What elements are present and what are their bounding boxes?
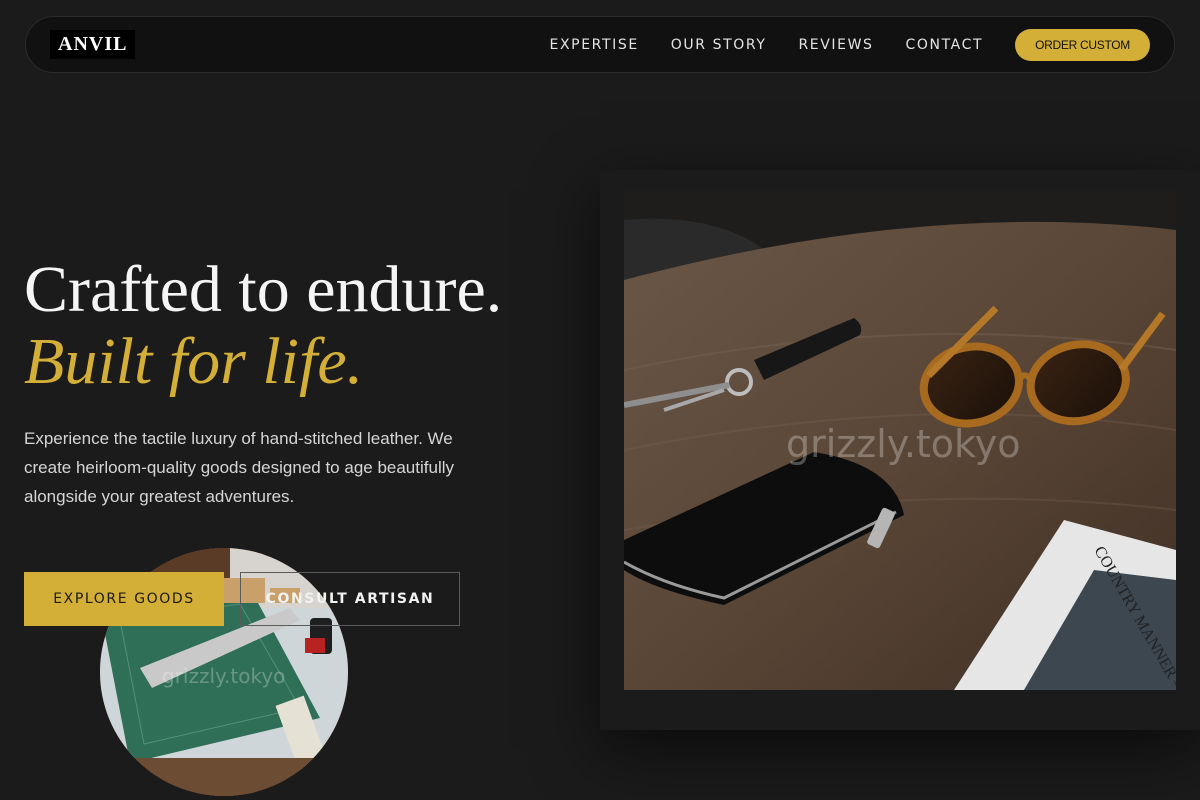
hero-headline: Crafted to endure. bbox=[24, 253, 503, 326]
main-photo-watermark: grizzly.tokyo bbox=[786, 422, 1021, 466]
hero-lead-text: Experience the tactile luxury of hand-st… bbox=[24, 429, 454, 506]
hero-headline-accent: Built for life. bbox=[24, 325, 364, 398]
nav-link-expertise[interactable]: EXPERTISE bbox=[550, 37, 639, 53]
hero-product-photo: COUNTRY MANNER — Tokyo grizzly.tokyo bbox=[624, 190, 1176, 690]
circle-watermark: grizzly.tokyo bbox=[162, 664, 286, 688]
nav-link-contact[interactable]: CONTACT bbox=[906, 37, 984, 53]
top-navbar: ANVIL EXPERTISE OUR STORY REVIEWS CONTAC… bbox=[25, 16, 1175, 73]
order-custom-button[interactable]: ORDER CUSTOM bbox=[1015, 28, 1150, 61]
nav-link-reviews[interactable]: REVIEWS bbox=[798, 37, 873, 53]
explore-goods-button[interactable]: EXPLORE GOODS bbox=[24, 572, 224, 626]
landing-page: ANVIL EXPERTISE OUR STORY REVIEWS CONTAC… bbox=[0, 0, 1200, 800]
brand-logo[interactable]: ANVIL bbox=[50, 30, 136, 59]
nav-link-our-story[interactable]: OUR STORY bbox=[671, 37, 767, 53]
consult-artisan-button[interactable]: CONSULT ARTISAN bbox=[240, 572, 460, 626]
nav-links: EXPERTISE OUR STORY REVIEWS CONTACT ORDE… bbox=[518, 28, 1150, 61]
